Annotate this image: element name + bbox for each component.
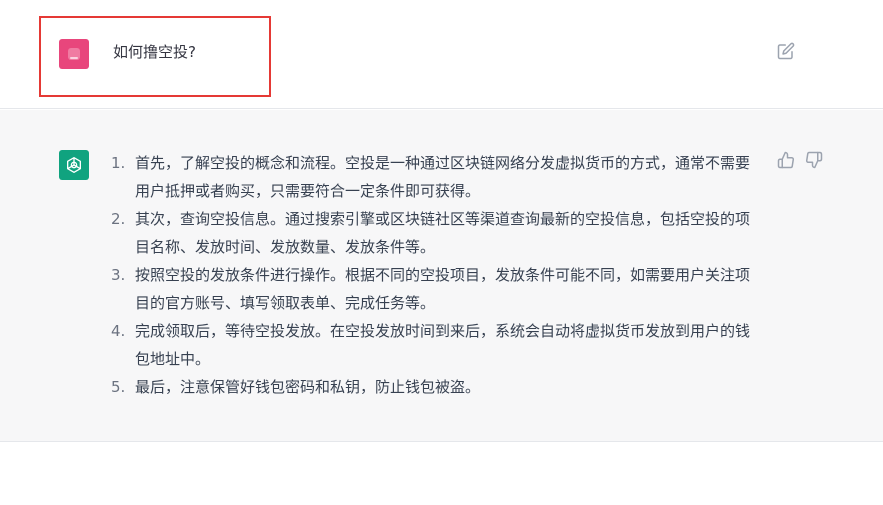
list-item: 4. 完成领取后，等待空投发放。在空投发放时间到来后，系统会自动将虚拟货币发放到…: [111, 317, 763, 373]
list-item-number: 1.: [111, 154, 126, 172]
assistant-answer-list: 1. 首先，了解空投的概念和流程。空投是一种通过区块链网络分发虚拟货币的方式，通…: [111, 149, 763, 401]
list-item: 1. 首先，了解空投的概念和流程。空投是一种通过区块链网络分发虚拟货币的方式，通…: [111, 149, 763, 205]
list-item-number: 4.: [111, 322, 126, 340]
user-message-row: 如何撸空投?: [0, 0, 883, 109]
user-avatar: [59, 39, 89, 69]
list-item: 3. 按照空投的发放条件进行操作。根据不同的空投项目，发放条件可能不同，如需要用…: [111, 261, 763, 317]
list-item-number: 5.: [111, 378, 126, 396]
thumbs-down-icon[interactable]: [805, 151, 823, 169]
thumbs-up-icon[interactable]: [777, 151, 795, 169]
list-item: 5. 最后，注意保管好钱包密码和私钥，防止钱包被盗。: [111, 373, 763, 401]
user-message-text: 如何撸空投?: [113, 43, 196, 61]
list-item-text: 完成领取后，等待空投发放。在空投发放时间到来后，系统会自动将虚拟货币发放到用户的…: [135, 322, 751, 368]
list-item-text: 按照空投的发放条件进行操作。根据不同的空投项目，发放条件可能不同，如需要用户关注…: [135, 266, 751, 312]
list-item-number: 3.: [111, 266, 126, 284]
user-avatar-icon: [68, 48, 80, 60]
list-item-text: 最后，注意保管好钱包密码和私钥，防止钱包被盗。: [135, 378, 481, 396]
list-item-text: 其次，查询空投信息。通过搜索引擎或区块链社区等渠道查询最新的空投信息，包括空投的…: [135, 210, 751, 256]
list-item-text: 首先，了解空投的概念和流程。空投是一种通过区块链网络分发虚拟货币的方式，通常不需…: [135, 154, 751, 200]
edit-icon[interactable]: [777, 42, 795, 60]
list-item-number: 2.: [111, 210, 126, 228]
assistant-message-row: 1. 首先，了解空投的概念和流程。空投是一种通过区块链网络分发虚拟货币的方式，通…: [0, 110, 883, 442]
openai-logo-icon: [59, 150, 89, 180]
list-item: 2. 其次，查询空投信息。通过搜索引擎或区块链社区等渠道查询最新的空投信息，包括…: [111, 205, 763, 261]
